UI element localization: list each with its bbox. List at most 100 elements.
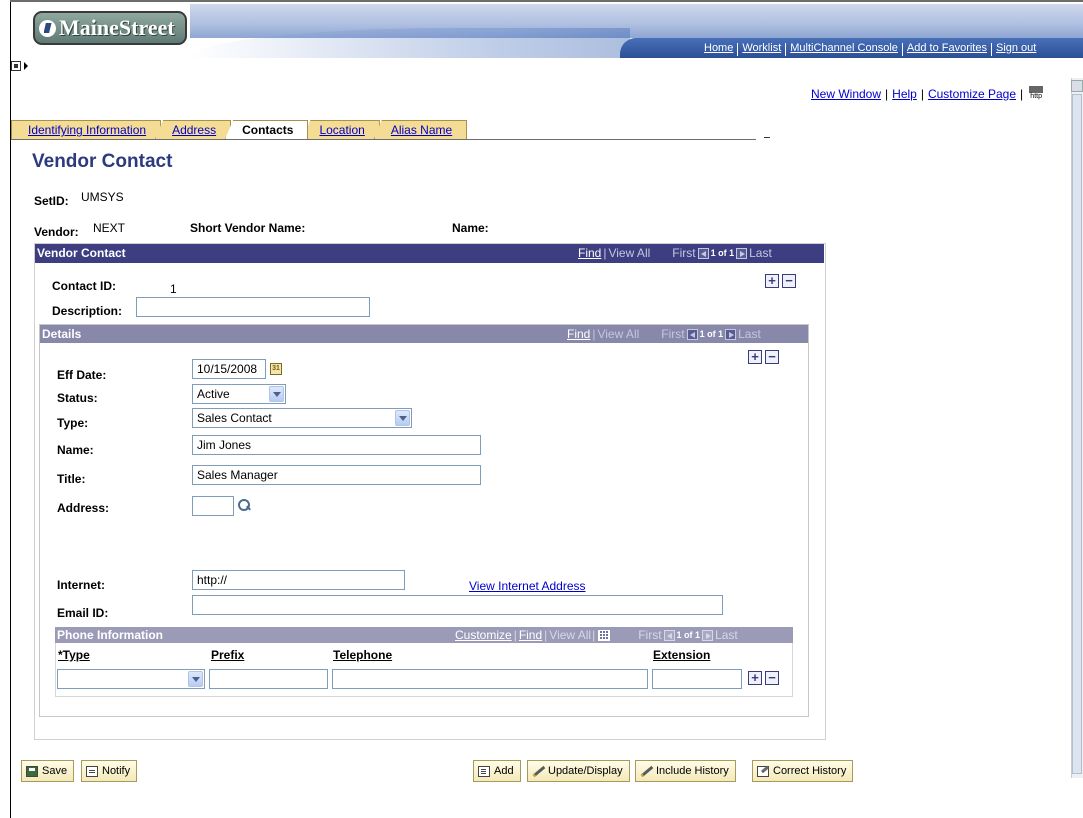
setid-value: UMSYS — [81, 190, 124, 204]
tab-location[interactable]: Location — [302, 120, 380, 139]
details-grid-nav: Find | View All First 1 of 1 Last — [567, 325, 761, 343]
tab-contacts[interactable]: Contacts — [225, 120, 309, 139]
chevron-down-icon[interactable] — [269, 386, 284, 402]
contact-id-label: Contact ID: — [52, 279, 116, 293]
description-input[interactable] — [136, 297, 370, 317]
email-label: Email ID: — [57, 606, 109, 620]
status-select[interactable]: Active — [192, 384, 286, 404]
phone-grid-header: Phone Information Customize | Find | Vie… — [55, 627, 793, 643]
type-select[interactable]: Sales Contact — [192, 408, 412, 428]
customize-page-link[interactable]: Customize Page — [928, 87, 1016, 101]
extension-input[interactable] — [652, 669, 742, 689]
contact-id-value: 1 — [170, 282, 177, 296]
phone-count: 1 of 1 — [676, 630, 701, 640]
add-phone-row-icon[interactable]: + — [748, 671, 762, 685]
type-label: Type: — [57, 416, 89, 430]
search-icon[interactable] — [237, 498, 251, 512]
delete-row-icon[interactable]: − — [782, 274, 796, 288]
download-grid-icon[interactable] — [598, 629, 611, 641]
scroll-up-arrow-icon[interactable] — [1071, 80, 1083, 92]
update-display-icon — [532, 766, 544, 777]
vendor-contact-view-all: View All — [608, 246, 651, 260]
scrollbar-thumb[interactable] — [1072, 94, 1082, 774]
name-label: Name: — [452, 221, 489, 235]
details-prev-icon — [686, 328, 698, 340]
add-button[interactable]: Add — [473, 760, 521, 782]
vendor-contact-find-link[interactable]: Find — [578, 244, 601, 263]
delete-phone-row-icon[interactable]: − — [765, 671, 779, 685]
nav-multichannel-console[interactable]: MultiChannel Console — [786, 42, 902, 58]
phone-row-controls: + − — [748, 671, 779, 685]
update-display-button[interactable]: Update/Display — [527, 760, 630, 782]
details-find-link[interactable]: Find — [567, 325, 590, 343]
phone-next-icon — [702, 629, 714, 641]
logo-icon — [39, 19, 56, 37]
page-links: New Window | Help | Customize Page | htt… — [811, 86, 1044, 102]
address-input[interactable] — [192, 496, 234, 516]
vendor-contact-grid-title: Vendor Contact — [37, 246, 126, 260]
description-label: Description: — [52, 304, 123, 318]
address-label: Address: — [57, 501, 110, 515]
correct-history-button[interactable]: Correct History — [752, 760, 854, 782]
vendor-contact-prev-icon — [697, 248, 709, 259]
help-link[interactable]: Help — [892, 87, 917, 101]
chevron-down-icon[interactable] — [395, 410, 410, 426]
notify-button[interactable]: Notify — [81, 760, 138, 782]
tab-alias-name[interactable]: Alias Name — [373, 120, 468, 139]
title-input[interactable]: Sales Manager — [192, 465, 481, 485]
vendor-contact-next-icon — [736, 248, 748, 259]
email-input[interactable] — [192, 595, 723, 615]
page-menu-icon[interactable] — [11, 61, 21, 71]
eff-date-label: Eff Date: — [57, 368, 107, 382]
view-internet-address-link[interactable]: View Internet Address — [469, 579, 586, 593]
vendor-value: NEXT — [93, 221, 126, 235]
vendor-contact-last: Last — [749, 246, 772, 260]
new-window-link[interactable]: New Window — [811, 87, 881, 101]
phone-customize-link[interactable]: Customize — [455, 627, 512, 643]
nav-worklist[interactable]: Worklist — [738, 42, 785, 58]
details-view-all: View All — [597, 327, 640, 341]
internet-input[interactable]: http:// — [192, 570, 405, 590]
header-nav-links: Home Worklist MultiChannel Console Add t… — [700, 42, 1040, 58]
phone-view-all: View All — [549, 628, 592, 642]
vendor-contact-count: 1 of 1 — [710, 248, 735, 258]
include-history-button[interactable]: Include History — [635, 760, 736, 782]
chevron-down-icon[interactable] — [188, 671, 203, 687]
delete-detail-row-icon[interactable]: − — [765, 350, 779, 364]
contact-name-input[interactable]: Jim Jones — [192, 435, 481, 455]
details-row-controls: + − — [748, 350, 779, 364]
telephone-input[interactable] — [332, 669, 648, 689]
save-button[interactable]: Save — [21, 760, 75, 782]
nav-home[interactable]: Home — [700, 42, 737, 58]
page-menu-arrow-icon[interactable] — [24, 62, 28, 70]
col-extension[interactable]: Extension — [653, 648, 710, 662]
tab-address[interactable]: Address — [155, 120, 232, 139]
details-grid-title: Details — [42, 327, 82, 341]
vendor-label: Vendor: — [34, 225, 79, 239]
col-telephone[interactable]: Telephone — [333, 648, 392, 662]
col-type[interactable]: *Type — [58, 648, 90, 662]
phone-find-link[interactable]: Find — [519, 627, 542, 643]
tab-dash — [764, 137, 770, 138]
prefix-input[interactable] — [209, 669, 328, 689]
nav-sign-out[interactable]: Sign out — [992, 42, 1040, 58]
nav-add-to-favorites[interactable]: Add to Favorites — [903, 42, 991, 58]
phone-first: First — [638, 628, 662, 642]
phone-type-select[interactable] — [57, 669, 205, 689]
type-select-value: Sales Contact — [197, 411, 272, 425]
tab-identifying-information[interactable]: Identifying Information — [11, 120, 162, 139]
add-detail-row-icon[interactable]: + — [748, 350, 762, 364]
logo-text: MaineStreet — [59, 15, 175, 40]
top-border — [10, 0, 1083, 2]
save-icon — [26, 765, 38, 777]
include-history-icon — [640, 766, 652, 777]
details-count: 1 of 1 — [699, 329, 724, 339]
details-next-icon — [725, 328, 737, 340]
calendar-icon[interactable]: 31 — [270, 363, 282, 375]
eff-date-input[interactable]: 10/15/2008 — [192, 359, 266, 379]
add-row-icon[interactable]: + — [765, 274, 779, 288]
http-icon[interactable]: http — [1029, 86, 1044, 102]
page-title: Vendor Contact — [32, 151, 173, 172]
col-prefix[interactable]: Prefix — [211, 648, 244, 662]
vendor-contact-first: First — [672, 246, 696, 260]
